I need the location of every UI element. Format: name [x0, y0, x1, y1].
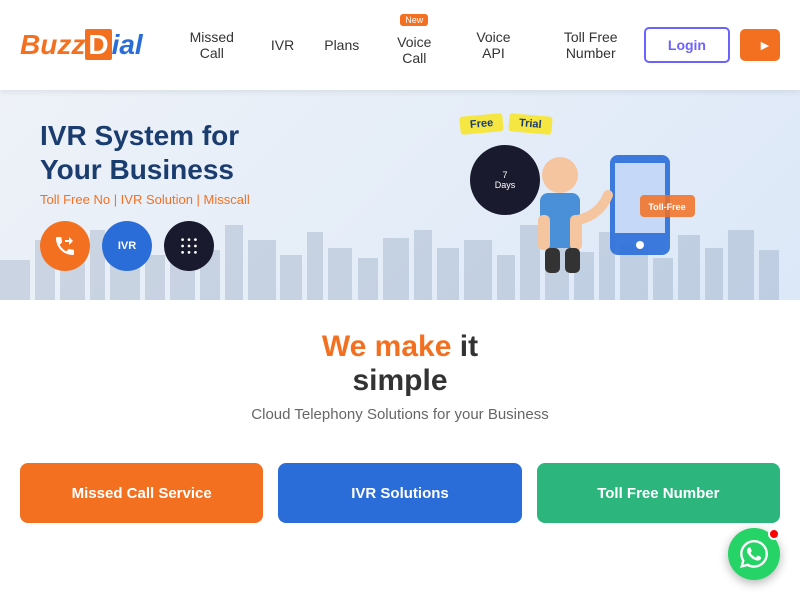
section-heading-orange: We make	[322, 330, 452, 363]
person-illustration: Toll-Free	[500, 125, 700, 300]
nav-plans[interactable]: Plans	[314, 32, 369, 58]
hero-icon-buttons: IVR	[40, 221, 250, 271]
toll-free-number-card[interactable]: Toll Free Number	[537, 463, 780, 523]
whatsapp-notification-dot	[768, 528, 780, 540]
phone-callback-icon	[53, 234, 77, 258]
logo-d: D	[85, 29, 111, 60]
hero-title-line2: Your Business	[40, 153, 250, 187]
nav-voice-call-label: Voice Call	[397, 34, 431, 66]
login-button[interactable]: Login	[644, 27, 730, 63]
hero-subtitle: Toll Free No | IVR Solution | Misscall	[40, 192, 250, 207]
nav-ivr[interactable]: IVR	[261, 32, 304, 58]
nav-missed-call[interactable]: Missed Call	[173, 24, 251, 66]
header-actions: Login ►	[644, 27, 780, 63]
dialpad-icon	[178, 235, 200, 257]
section-subtext: Cloud Telephony Solutions for your Busin…	[20, 406, 780, 423]
missed-call-icon-btn[interactable]	[40, 221, 90, 271]
dialpad-icon-btn[interactable]	[164, 221, 214, 271]
hero-right: Free 7 Days Trial Toll-Free	[380, 90, 720, 300]
ivr-solutions-card[interactable]: IVR Solutions	[278, 463, 521, 523]
nav-missed-call-label: Missed Call	[190, 29, 234, 61]
logo[interactable]: BuzzDial	[20, 29, 143, 61]
hero-banner: IVR System for Your Business Toll Free N…	[0, 90, 800, 300]
main-nav: Missed Call IVR Plans New Voice Call Voi…	[173, 20, 644, 71]
hero-title-line1: IVR System for	[40, 119, 250, 153]
nav-voice-call[interactable]: New Voice Call	[379, 20, 449, 71]
service-cards: Missed Call Service IVR Solutions Toll F…	[0, 463, 800, 523]
missed-call-card[interactable]: Missed Call Service	[20, 463, 263, 523]
signup-button[interactable]: ►	[740, 29, 780, 61]
whatsapp-icon	[740, 540, 768, 568]
section-heading: We make itsimple	[20, 330, 780, 398]
nav-plans-label: Plans	[324, 37, 359, 53]
nav-voice-api-label: Voice API	[476, 29, 510, 61]
logo-buzz: Buzz	[20, 29, 85, 60]
nav-toll-free-label: Toll Free Number	[564, 29, 618, 61]
header: BuzzDial Missed Call IVR Plans New Voice…	[0, 0, 800, 90]
ivr-icon-btn[interactable]: IVR	[102, 221, 152, 271]
logo-ial: ial	[112, 29, 143, 60]
ivr-label: IVR	[118, 240, 136, 252]
nav-voice-api[interactable]: Voice API	[459, 24, 527, 66]
whatsapp-button[interactable]	[728, 528, 780, 580]
section-simple: We make itsimple Cloud Telephony Solutio…	[0, 300, 800, 443]
free-badge: Free	[459, 113, 504, 135]
nav-ivr-label: IVR	[271, 37, 294, 53]
svg-text:Toll-Free: Toll-Free	[648, 202, 685, 212]
nav-toll-free[interactable]: Toll Free Number	[538, 24, 644, 66]
new-badge: New	[400, 14, 428, 26]
hero-title: IVR System for Your Business	[40, 119, 250, 186]
hero-content: IVR System for Your Business Toll Free N…	[0, 99, 290, 291]
